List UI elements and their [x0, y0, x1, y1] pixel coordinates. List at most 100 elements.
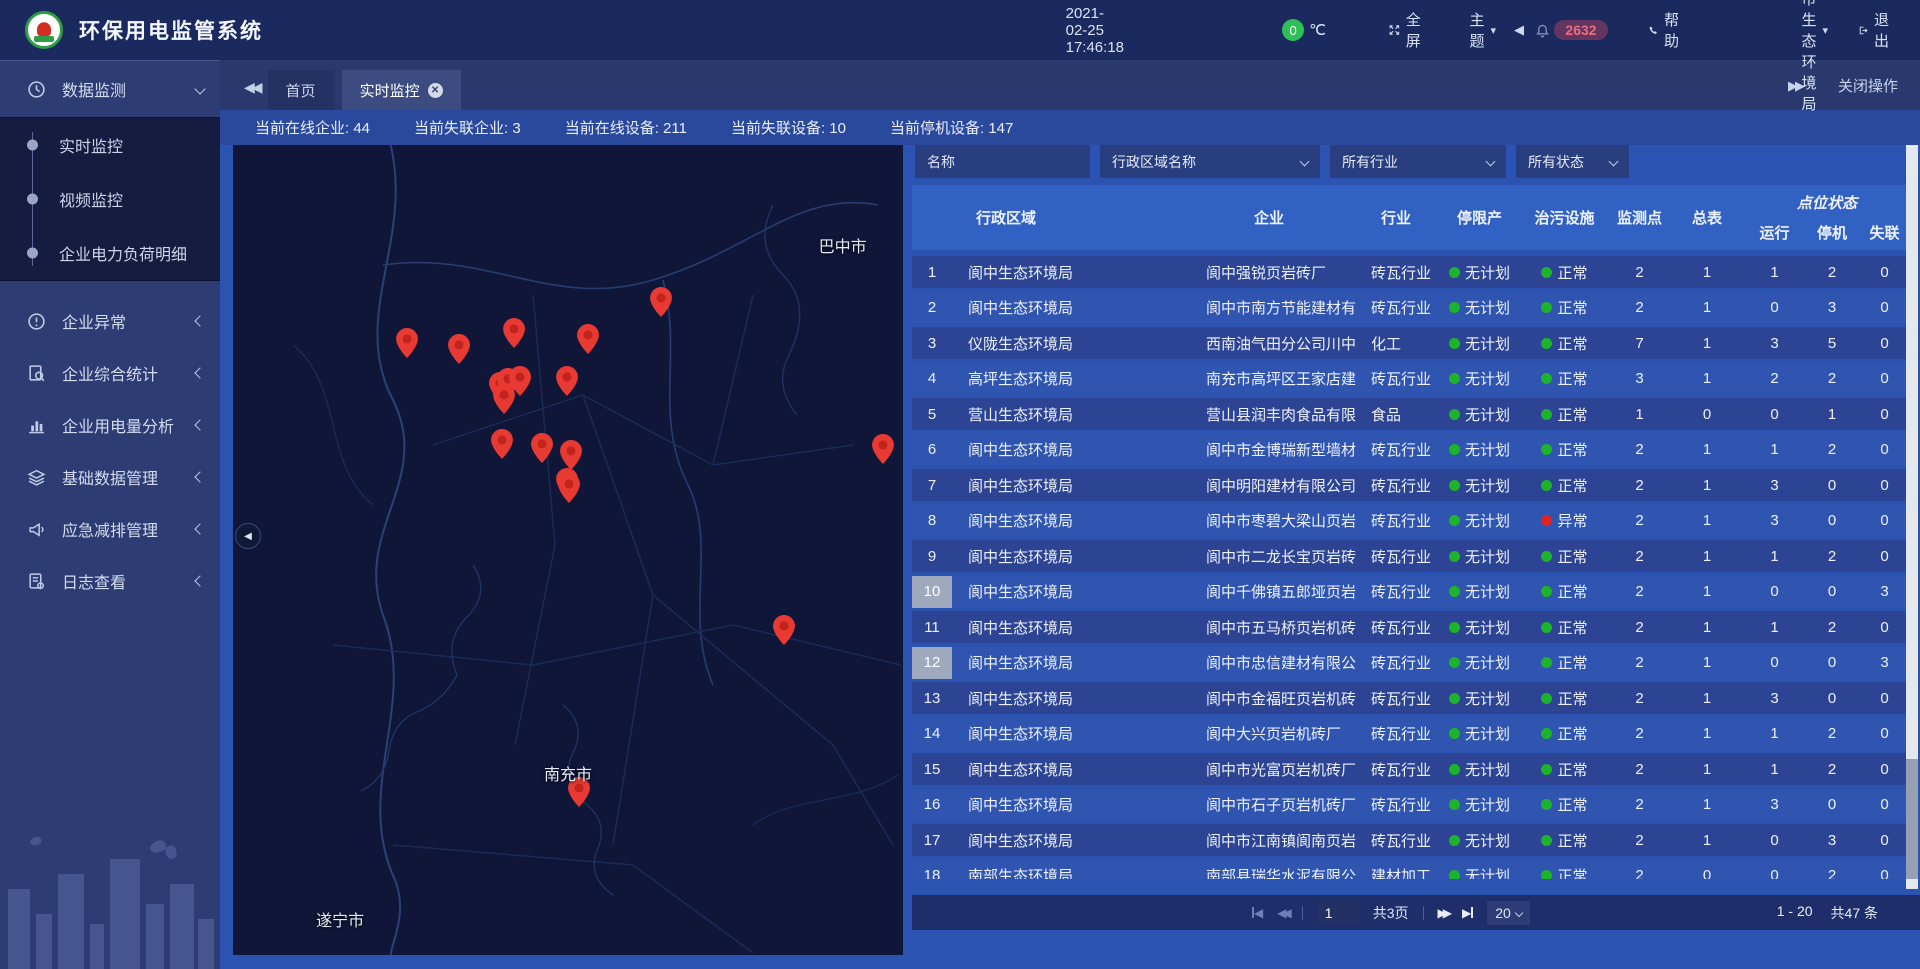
- cell-company: 南部县瑞华水泥有限公: [1202, 860, 1367, 880]
- prev-page-button[interactable]: ◀◀: [1277, 906, 1287, 920]
- map-pin-icon[interactable]: [503, 318, 525, 348]
- cell-monitor-count: 2: [1607, 718, 1672, 750]
- cell-monitor-count: 2: [1607, 576, 1672, 608]
- sidebar-item-enterprise-statistics[interactable]: 企业综合统计: [0, 347, 220, 399]
- map-pin-icon[interactable]: [493, 384, 515, 414]
- map-pin-icon[interactable]: [448, 334, 470, 364]
- status-dot-icon: [1449, 728, 1460, 739]
- cell-company: 营山县润丰肉食品有限: [1202, 398, 1367, 430]
- table-row[interactable]: 4高坪生态环境局南充市高坪区王家店建砖瓦行业无计划正常31220: [912, 363, 1907, 395]
- megaphone-icon: [27, 520, 46, 539]
- cell-industry: 砖瓦行业: [1367, 647, 1437, 679]
- table-row[interactable]: 6阆中生态环境局阆中市金博瑞新型墙材砖瓦行业无计划正常21120: [912, 434, 1907, 466]
- region-select[interactable]: 行政区域名称: [1100, 145, 1320, 178]
- stat-item: 当前在线企业: 44: [255, 117, 370, 138]
- status-dot-icon: [1541, 551, 1552, 562]
- chevron-left-icon: [194, 471, 205, 482]
- map-pin-icon[interactable]: [491, 429, 513, 459]
- table-row[interactable]: 2阆中生态环境局阆中市南方节能建材有砖瓦行业无计划正常21030: [912, 292, 1907, 324]
- theme-button[interactable]: 主题▾: [1469, 9, 1496, 51]
- org-menu[interactable]: 南充市生态环境局▾: [1801, 0, 1828, 114]
- table-scrollbar[interactable]: [1906, 145, 1918, 889]
- table-row[interactable]: 1阆中生态环境局阆中强锐页岩砖厂砖瓦行业无计划正常21120: [912, 256, 1907, 288]
- logout-button[interactable]: 退出: [1858, 9, 1894, 51]
- cell-region: 阆中生态环境局: [952, 718, 1202, 750]
- last-page-button[interactable]: ▶: [1462, 906, 1473, 920]
- page-number-input[interactable]: [1317, 902, 1359, 924]
- status-dot-icon: [1541, 267, 1552, 278]
- cell-lost-count: 0: [1857, 824, 1907, 856]
- map-pin-icon[interactable]: [531, 433, 553, 463]
- status-dot-icon: [1449, 586, 1460, 597]
- table-row[interactable]: 18南部生态环境局南部县瑞华水泥有限公建材加工无计划正常20020: [912, 860, 1907, 880]
- scrollbar-thumb[interactable]: [1906, 759, 1918, 879]
- table-row[interactable]: 15阆中生态环境局阆中市光富页岩机砖厂砖瓦行业无计划正常21120: [912, 753, 1907, 785]
- table-row[interactable]: 5营山生态环境局营山县润丰肉食品有限食品无计划正常10010: [912, 398, 1907, 430]
- notification-count-badge: 2632: [1554, 20, 1608, 40]
- map-pin-icon[interactable]: [872, 434, 894, 464]
- first-page-button[interactable]: ◀: [1252, 906, 1263, 920]
- tab-realtime-monitor[interactable]: 实时监控 ✕: [342, 70, 461, 110]
- tabs-scroll-right-button[interactable]: ▶▶: [1788, 78, 1802, 94]
- table-row[interactable]: 12阆中生态环境局阆中市忠信建材有限公砖瓦行业无计划正常21003: [912, 647, 1907, 679]
- page-size-select[interactable]: 20: [1487, 901, 1530, 925]
- next-page-button[interactable]: ▶▶: [1438, 906, 1448, 920]
- help-button[interactable]: 帮助: [1648, 9, 1684, 51]
- industry-select[interactable]: 所有行业: [1330, 145, 1506, 178]
- map-pin-icon[interactable]: [773, 615, 795, 645]
- map-pin-icon[interactable]: [556, 366, 578, 396]
- sidebar-item-power-load-detail[interactable]: 企业电力负荷明细: [0, 226, 220, 280]
- close-icon[interactable]: ✕: [428, 83, 443, 98]
- sidebar-item-log-view[interactable]: 日志查看: [0, 555, 220, 607]
- notification-button[interactable]: 2632: [1535, 20, 1608, 40]
- table-row[interactable]: 8阆中生态环境局阆中市枣碧大梁山页岩砖瓦行业无计划异常21300: [912, 505, 1907, 537]
- cell-stopped-count: 0: [1807, 469, 1857, 501]
- sidebar-item-power-analysis[interactable]: 企业用电量分析: [0, 399, 220, 451]
- map-collapse-button[interactable]: ◀: [235, 523, 261, 549]
- table-row[interactable]: 10阆中生态环境局阆中千佛镇五郎垭页岩砖瓦行业无计划正常21003: [912, 576, 1907, 608]
- map[interactable]: ◀ 巴中市南充市遂宁市: [233, 145, 903, 955]
- sidebar-item-enterprise-abnormal[interactable]: 企业异常: [0, 295, 220, 347]
- map-pin-icon[interactable]: [577, 324, 599, 354]
- chevron-left-icon: [194, 367, 205, 378]
- cell-facility-status: 正常: [1522, 718, 1607, 750]
- table-row[interactable]: 17阆中生态环境局阆中市江南镇阆南页岩砖瓦行业无计划正常21030: [912, 824, 1907, 856]
- name-search-input-box[interactable]: [915, 145, 1090, 178]
- cell-industry: 砖瓦行业: [1367, 718, 1437, 750]
- row-number: 13: [912, 682, 952, 714]
- cell-run-count: 3: [1742, 327, 1807, 359]
- map-pin-icon[interactable]: [650, 287, 672, 317]
- map-pin-icon[interactable]: [560, 440, 582, 470]
- chevron-down-icon: ▾: [1822, 24, 1828, 37]
- sidebar-item-emergency-reduction[interactable]: 应急减排管理: [0, 503, 220, 555]
- cell-meter-count: 1: [1672, 576, 1742, 608]
- table-row[interactable]: 9阆中生态环境局阆中市二龙长宝页岩砖砖瓦行业无计划正常21120: [912, 540, 1907, 572]
- status-dot-icon: [1449, 267, 1460, 278]
- tree-dot-icon: [27, 140, 38, 151]
- sidebar-item-data-monitor[interactable]: 数据监测: [0, 61, 220, 117]
- cell-stop-status: 无计划: [1437, 753, 1522, 785]
- cell-region: 阆中生态环境局: [952, 576, 1202, 608]
- table-row[interactable]: 13阆中生态环境局阆中市金福旺页岩机砖砖瓦行业无计划正常21300: [912, 682, 1907, 714]
- table-row[interactable]: 16阆中生态环境局阆中市石子页岩机砖厂砖瓦行业无计划正常21300: [912, 789, 1907, 821]
- cell-lost-count: 0: [1857, 256, 1907, 288]
- table-row[interactable]: 14阆中生态环境局阆中大兴页岩机砖厂砖瓦行业无计划正常21120: [912, 718, 1907, 750]
- cell-company: 阆中市枣碧大梁山页岩: [1202, 505, 1367, 537]
- tab-home[interactable]: 首页: [268, 70, 334, 110]
- speaker-mute-icon[interactable]: ◀: [1514, 22, 1524, 38]
- cell-stopped-count: 3: [1807, 824, 1857, 856]
- tabs-scroll-left-button[interactable]: ◀◀: [244, 79, 260, 96]
- sidebar-item-realtime-monitor[interactable]: 实时监控: [0, 118, 220, 172]
- status-select[interactable]: 所有状态: [1516, 145, 1629, 178]
- cell-stop-status: 无计划: [1437, 363, 1522, 395]
- table-row[interactable]: 7阆中生态环境局阆中明阳建材有限公司砖瓦行业无计划正常21300: [912, 469, 1907, 501]
- sidebar-item-video-monitor[interactable]: 视频监控: [0, 172, 220, 226]
- map-pin-icon[interactable]: [558, 473, 580, 503]
- name-search-input[interactable]: [927, 154, 1078, 170]
- close-operations-button[interactable]: 关闭操作: [1838, 75, 1898, 96]
- fullscreen-button[interactable]: 全屏: [1389, 9, 1426, 51]
- table-row[interactable]: 3仪陇生态环境局西南油气田分公司川中化工无计划正常71350: [912, 327, 1907, 359]
- sidebar-item-base-data[interactable]: 基础数据管理: [0, 451, 220, 503]
- map-pin-icon[interactable]: [396, 328, 418, 358]
- table-row[interactable]: 11阆中生态环境局阆中市五马桥页岩机砖砖瓦行业无计划正常21120: [912, 611, 1907, 643]
